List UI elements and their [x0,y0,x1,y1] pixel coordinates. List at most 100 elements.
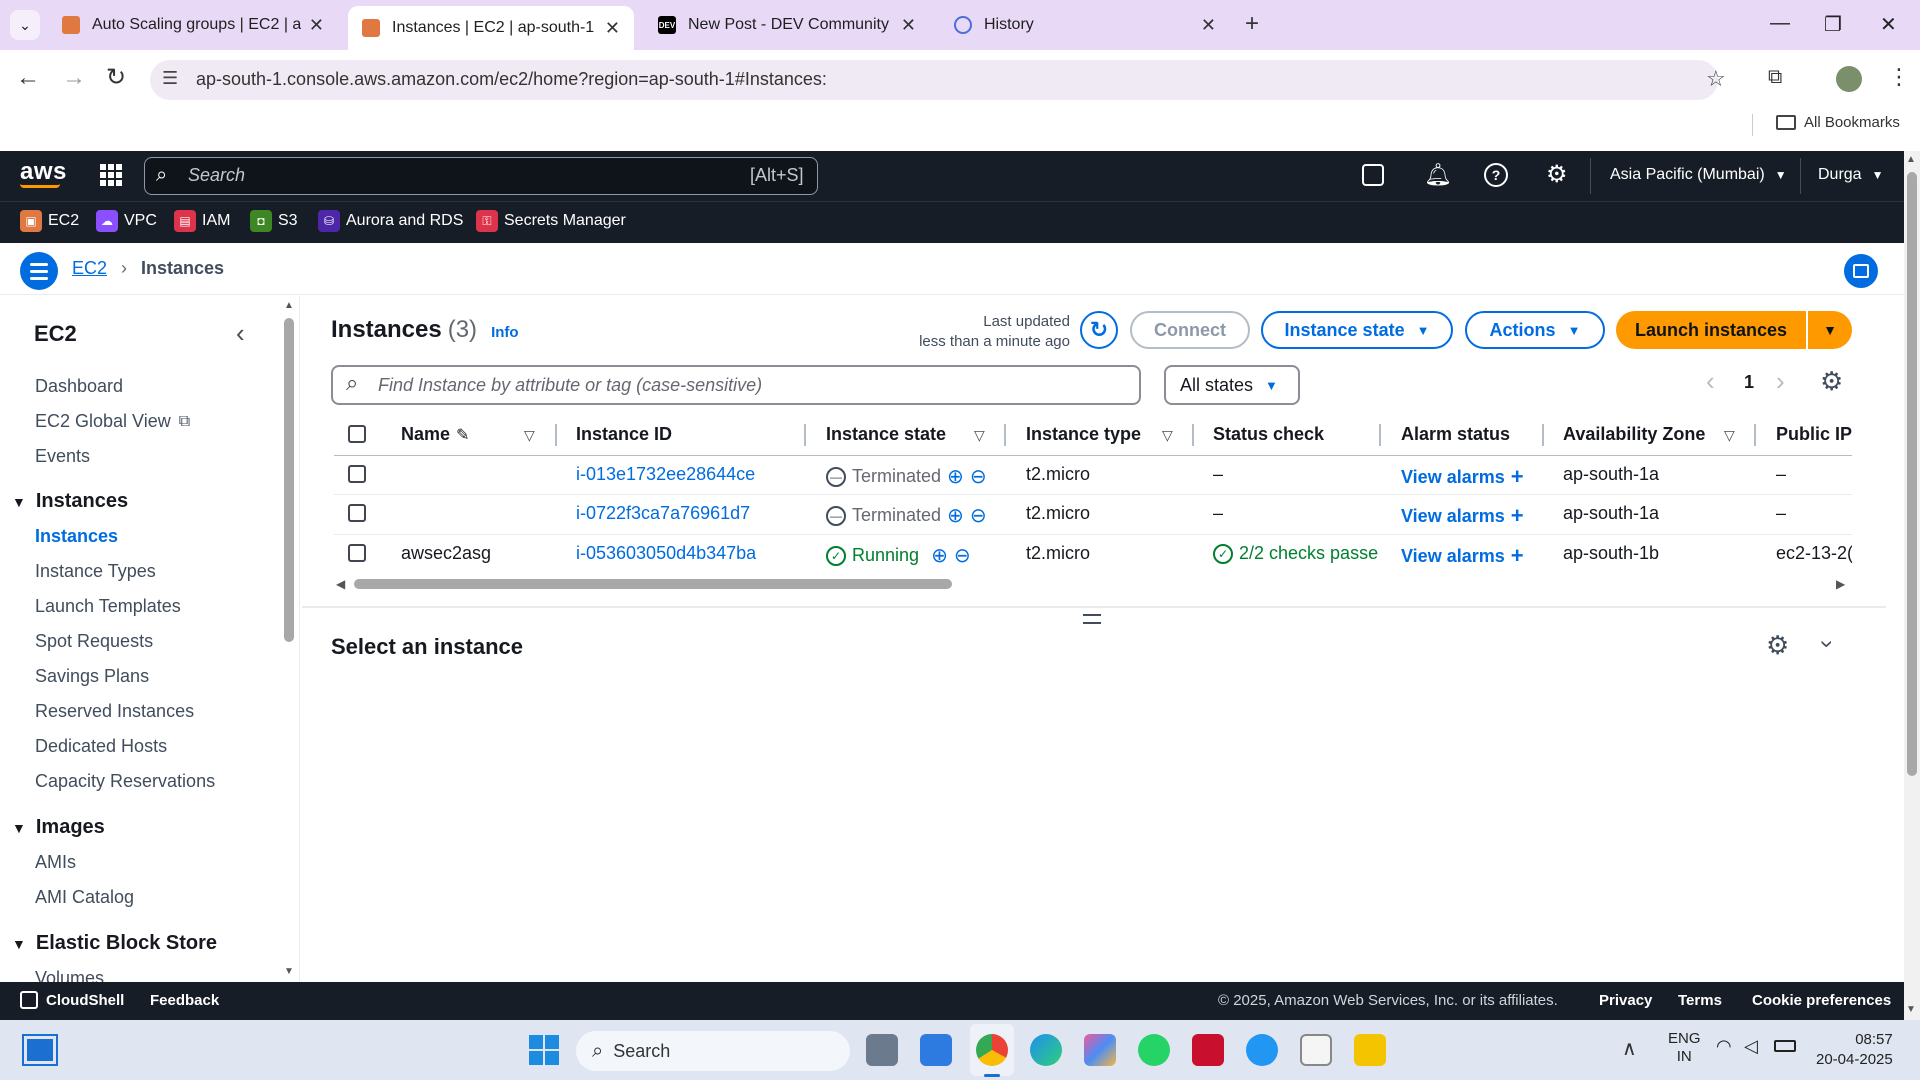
select-all-checkbox[interactable] [348,425,366,443]
zoom-out-icon[interactable]: ⊖ [970,464,987,489]
page-number[interactable]: 1 [1744,372,1754,393]
sidebar-scrollbar-thumb[interactable] [284,318,294,642]
reload-icon[interactable]: ↻ [106,63,126,92]
refresh-button[interactable]: ↻ [1080,311,1118,349]
fav-aurora-rds[interactable]: ⛁ Aurora and RDS [318,210,463,232]
wifi-icon[interactable]: ◠ [1716,1036,1732,1057]
scroll-left-arrow-icon[interactable]: ◀ [336,577,345,591]
new-tab-plus-icon[interactable]: + [1245,10,1259,38]
scroll-down-arrow-icon[interactable]: ▼ [284,966,294,977]
row-checkbox[interactable] [348,544,366,562]
instance-state-button[interactable]: Instance state ▼ [1261,311,1453,349]
all-bookmarks[interactable]: All Bookmarks [1776,114,1900,131]
sidebar-item-reserved-instances[interactable]: Reserved Instances [35,701,194,722]
launch-dropdown-button[interactable]: ▼ [1808,311,1852,349]
fav-ec2[interactable]: ▣ EC2 [20,210,79,232]
sidebar-item-ami-catalog[interactable]: AMI Catalog [35,887,134,908]
sort-caret-icon[interactable]: ▽ [974,427,985,444]
connect-button[interactable]: Connect [1130,311,1250,349]
fav-vpc[interactable]: ☁ VPC [96,210,157,232]
column-separator[interactable] [555,424,557,446]
sidebar-item-instance-types[interactable]: Instance Types [35,561,156,582]
scroll-up-arrow-icon[interactable]: ▲ [1906,154,1916,165]
col-instance-id[interactable]: Instance ID [576,424,672,445]
actions-button[interactable]: Actions ▼ [1465,311,1605,349]
states-filter-select[interactable]: All states ▼ [1164,365,1300,405]
fav-s3[interactable]: ◘ S3 [250,210,298,232]
whatsapp-icon[interactable] [1138,1034,1170,1066]
url-text[interactable]: ap-south-1.console.aws.amazon.com/ec2/ho… [196,69,827,90]
next-page-chevron-icon[interactable]: › [1776,366,1785,397]
microsoft-store-icon[interactable] [1300,1034,1332,1066]
back-arrow-icon[interactable]: ← [16,64,40,92]
scroll-right-arrow-icon[interactable]: ▶ [1836,577,1845,591]
resize-handle-icon[interactable] [1083,614,1101,624]
col-name[interactable]: Name ✎ [401,424,469,445]
breadcrumb-ec2-link[interactable]: EC2 [72,258,107,279]
zoom-in-icon[interactable]: ⊕ [947,464,964,489]
mcafee-icon[interactable] [1192,1034,1224,1066]
launch-instances-button[interactable]: Launch instances [1616,311,1806,349]
col-alarm-status[interactable]: Alarm status [1401,424,1510,445]
notifications-bell-icon[interactable]: 🔔︎ [1424,162,1452,188]
aws-logo[interactable]: aws [20,158,67,186]
sidebar-item-instances[interactable]: Instances [35,526,118,547]
view-alarms-link[interactable]: View alarms + [1401,464,1524,490]
sort-caret-icon[interactable]: ▽ [524,427,535,444]
view-alarms-link[interactable]: View alarms + [1401,543,1524,569]
sidebar-section-ebs[interactable]: ▼ Elastic Block Store [12,932,217,955]
tab-search-chevron-icon[interactable]: ⌄ [10,10,40,40]
fav-secrets-manager[interactable]: ⚿ Secrets Manager [476,210,626,232]
panel-settings-gear-icon[interactable]: ⚙ [1766,630,1789,661]
sidebar-title[interactable]: EC2 [34,321,77,347]
cloudshell-button[interactable]: CloudShell [20,991,124,1009]
system-clock[interactable]: 08:57 20-04-2025 [1816,1030,1893,1070]
settings-gear-icon[interactable]: ⚙ [1546,160,1568,189]
sidebar-section-instances[interactable]: ▼ Instances [12,490,128,513]
tab-dev-community[interactable]: DEV New Post - DEV Community ✕ [644,8,930,42]
split-panel-icon[interactable] [1844,254,1878,288]
close-tab-icon[interactable]: ✕ [605,18,620,39]
task-view-icon[interactable] [866,1034,898,1066]
zoom-in-icon[interactable]: ⊕ [931,543,948,568]
table-hscrollbar-thumb[interactable] [354,579,952,589]
feedback-link[interactable]: Feedback [150,992,219,1009]
chrome-icon[interactable] [976,1034,1008,1066]
site-info-icon[interactable]: ☰ [162,68,178,89]
page-scrollbar-thumb[interactable] [1907,172,1917,776]
collapse-sidebar-chevron-icon[interactable]: ‹ [236,318,245,349]
close-tab-icon[interactable]: ✕ [901,15,916,36]
file-explorer-icon[interactable] [1354,1034,1386,1066]
fav-iam[interactable]: ▤ IAM [174,210,230,232]
taskbar-search[interactable]: ⌕ Search [576,1031,850,1071]
account-menu[interactable]: Durga ▼ [1818,166,1883,184]
sidebar-item-savings-plans[interactable]: Savings Plans [35,666,149,687]
sidebar-item-amis[interactable]: AMIs [35,852,76,873]
sort-caret-icon[interactable]: ▽ [1162,427,1173,444]
column-separator[interactable] [1004,424,1006,446]
forward-arrow-icon[interactable]: → [62,64,86,92]
col-availability-zone[interactable]: Availability Zone [1563,424,1705,445]
zoom-out-icon[interactable]: ⊖ [970,503,987,528]
row-checkbox[interactable] [348,504,366,522]
volume-icon[interactable]: ◁ [1744,1036,1758,1057]
row-checkbox[interactable] [348,465,366,483]
col-instance-type[interactable]: Instance type [1026,424,1141,445]
instance-id-link[interactable]: i-013e1732ee28644ce [576,464,755,485]
cookie-preferences-link[interactable]: Cookie preferences [1752,992,1891,1009]
get-help-icon[interactable] [1246,1034,1278,1066]
sidebar-item-capacity-reservations[interactable]: Capacity Reservations [35,771,215,792]
close-tab-icon[interactable]: ✕ [309,15,324,36]
column-separator[interactable] [1754,424,1756,446]
view-alarms-link[interactable]: View alarms + [1401,503,1524,529]
tab-instances[interactable]: Instances | EC2 | ap-south-1 ✕ [348,6,634,50]
close-window-icon[interactable]: ✕ [1880,12,1897,37]
instance-id-link[interactable]: i-053603050d4b347ba [576,543,756,564]
cloudshell-icon[interactable] [1362,164,1384,186]
table-settings-gear-icon[interactable]: ⚙ [1820,366,1843,397]
help-icon[interactable]: ? [1484,163,1508,187]
prev-page-chevron-icon[interactable]: ‹ [1706,366,1715,397]
tab-auto-scaling[interactable]: Auto Scaling groups | EC2 | ap-s ✕ [48,8,338,42]
col-public-ip[interactable]: Public IPv [1776,424,1852,445]
instance-id-link[interactable]: i-0722f3ca7a76961d7 [576,503,750,524]
